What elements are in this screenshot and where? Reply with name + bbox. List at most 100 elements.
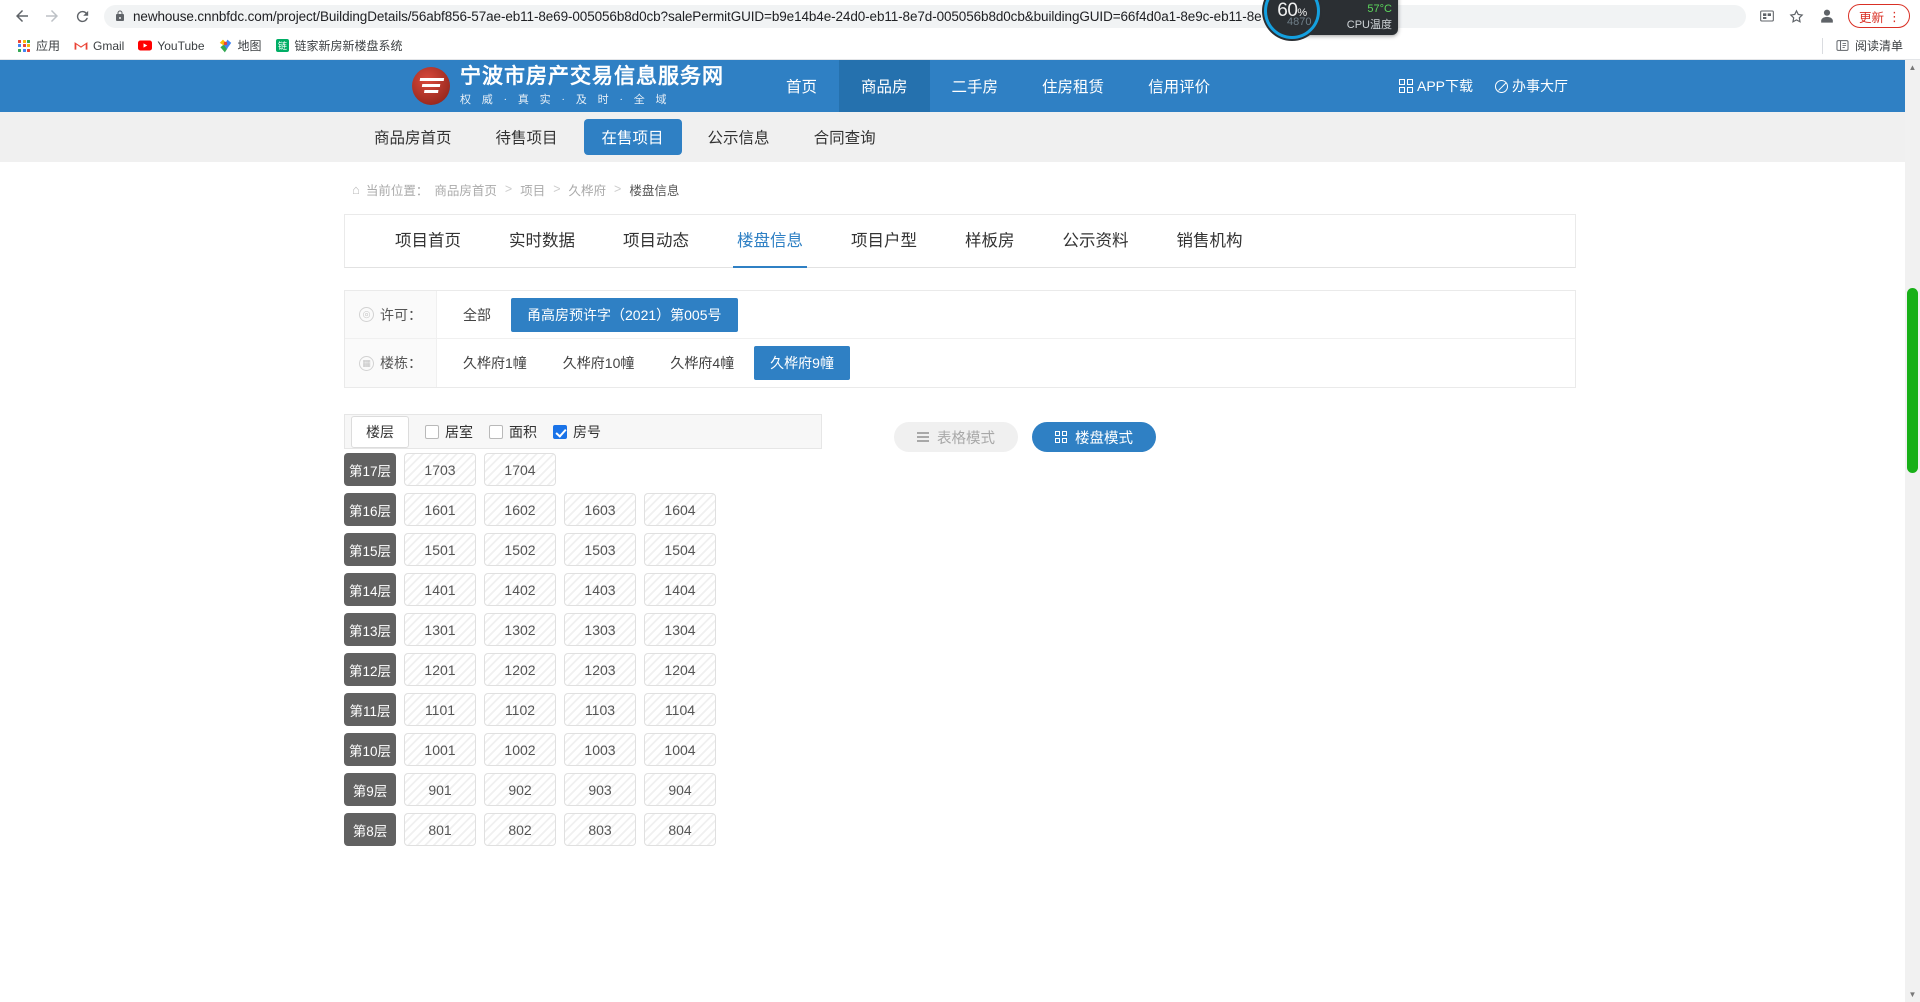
- update-button[interactable]: 更新 ⋮: [1847, 4, 1910, 28]
- nav-item-second-hand[interactable]: 二手房: [930, 60, 1021, 112]
- tab-project-news[interactable]: 项目动态: [599, 214, 713, 268]
- breadcrumb-item-commodity-home[interactable]: 商品房首页: [434, 180, 497, 199]
- room-cell[interactable]: 1604: [644, 493, 716, 526]
- filter-option-permit-005[interactable]: 甬高房预许字（2021）第005号: [511, 297, 738, 332]
- room-cell[interactable]: 803: [564, 813, 636, 846]
- reload-icon[interactable]: [68, 2, 96, 30]
- subnav-item-on-sale-projects[interactable]: 在售项目: [583, 119, 682, 155]
- room-cell[interactable]: 1004: [644, 733, 716, 766]
- bookmark-apps[interactable]: 应用: [10, 35, 67, 56]
- room-cell[interactable]: 1001: [404, 733, 476, 766]
- table-mode-button[interactable]: 表格模式: [894, 422, 1018, 452]
- bookmark-lianjia[interactable]: 链 链家新房新楼盘系统: [269, 35, 410, 56]
- room-cell[interactable]: 802: [484, 813, 556, 846]
- room-cell[interactable]: 904: [644, 773, 716, 806]
- room-cell[interactable]: 1201: [404, 653, 476, 686]
- tab-project-home[interactable]: 项目首页: [371, 214, 485, 268]
- toolbar-right-actions: 更新 ⋮: [1754, 3, 1912, 29]
- tab-public-documents[interactable]: 公示资料: [1039, 214, 1153, 268]
- room-cell[interactable]: 1104: [644, 693, 716, 726]
- breadcrumb-item-jiuhuafu[interactable]: 久桦府: [569, 180, 607, 199]
- filter-option-building-9[interactable]: 久桦府9幢: [754, 346, 850, 380]
- room-cell[interactable]: 1101: [404, 693, 476, 726]
- scrollbar-thumb[interactable]: [1907, 288, 1918, 473]
- room-cell[interactable]: 1401: [404, 573, 476, 606]
- room-cell[interactable]: 1403: [564, 573, 636, 606]
- filter-option-building-10[interactable]: 久桦府10幢: [547, 346, 651, 380]
- nav-item-home[interactable]: 首页: [764, 60, 839, 112]
- room-cell[interactable]: 1404: [644, 573, 716, 606]
- bookmark-maps[interactable]: 地图: [212, 35, 269, 56]
- room-cell[interactable]: 1203: [564, 653, 636, 686]
- floor-label: 第11层: [344, 693, 396, 726]
- room-cell[interactable]: 1003: [564, 733, 636, 766]
- address-bar[interactable]: newhouse.cnnbfdc.com/project/BuildingDet…: [104, 4, 1746, 28]
- scroll-down-arrow-icon[interactable]: ▼: [1905, 987, 1920, 1002]
- tab-sales-agency[interactable]: 销售机构: [1153, 214, 1267, 268]
- room-cell[interactable]: 1601: [404, 493, 476, 526]
- room-cell[interactable]: 1704: [484, 453, 556, 486]
- profile-avatar-icon[interactable]: [1814, 3, 1840, 29]
- room-cell[interactable]: 1002: [484, 733, 556, 766]
- star-icon[interactable]: [1784, 3, 1810, 29]
- room-cell[interactable]: 1501: [404, 533, 476, 566]
- room-cell[interactable]: 903: [564, 773, 636, 806]
- room-cell[interactable]: 1204: [644, 653, 716, 686]
- nav-item-credit-rating[interactable]: 信用评价: [1126, 60, 1232, 112]
- subnav-item-contract-query[interactable]: 合同查询: [796, 119, 894, 155]
- subnav-item-pending-projects[interactable]: 待售项目: [478, 119, 576, 155]
- filter-option-all[interactable]: 全部: [447, 298, 507, 332]
- bookmark-youtube[interactable]: YouTube: [131, 37, 211, 55]
- room-cell[interactable]: 1603: [564, 493, 636, 526]
- floor-column-button[interactable]: 楼层: [351, 415, 409, 448]
- building-mode-button[interactable]: 楼盘模式: [1032, 422, 1156, 452]
- service-hall-link[interactable]: 办事大厅: [1495, 76, 1568, 96]
- room-cell[interactable]: 1502: [484, 533, 556, 566]
- reading-list-button[interactable]: 阅读清单: [1829, 35, 1910, 56]
- checkbox-area[interactable]: 面积: [489, 422, 537, 442]
- bookmark-label: YouTube: [157, 38, 205, 53]
- back-arrow-icon[interactable]: [8, 2, 36, 30]
- tab-unit-types[interactable]: 项目户型: [827, 214, 941, 268]
- checkbox-room-number[interactable]: 房号: [553, 422, 601, 442]
- scroll-up-arrow-icon[interactable]: ▲: [1905, 60, 1920, 75]
- bookmark-gmail[interactable]: Gmail: [67, 37, 131, 55]
- room-cell[interactable]: 1504: [644, 533, 716, 566]
- nav-item-rental[interactable]: 住房租赁: [1020, 60, 1126, 112]
- page-scrollbar[interactable]: ▲ ▼: [1905, 60, 1920, 1002]
- room-cell[interactable]: 1503: [564, 533, 636, 566]
- room-cell[interactable]: 902: [484, 773, 556, 806]
- room-cell[interactable]: 804: [644, 813, 716, 846]
- room-cell[interactable]: 1102: [484, 693, 556, 726]
- room-cell[interactable]: 1703: [404, 453, 476, 486]
- checkbox-box: [425, 424, 439, 439]
- tab-show-flat[interactable]: 样板房: [941, 214, 1039, 268]
- room-cell[interactable]: 1202: [484, 653, 556, 686]
- cast-icon[interactable]: [1754, 3, 1780, 29]
- room-cell[interactable]: 901: [404, 773, 476, 806]
- room-cell[interactable]: 1103: [564, 693, 636, 726]
- nav-item-commodity-housing[interactable]: 商品房: [839, 60, 930, 112]
- building-layout-area: 楼层 居室 面积 房号 第17层 1703 1704 第16层 1601 160…: [344, 414, 1576, 853]
- room-cell[interactable]: 1302: [484, 613, 556, 646]
- subnav-item-public-info[interactable]: 公示信息: [690, 119, 788, 155]
- checkbox-rooms[interactable]: 居室: [425, 422, 473, 442]
- reading-list-label: 阅读清单: [1854, 39, 1903, 53]
- three-dots-icon[interactable]: ⋮: [1888, 10, 1901, 23]
- tab-building-info[interactable]: 楼盘信息: [713, 214, 827, 268]
- room-cell[interactable]: 1304: [644, 613, 716, 646]
- room-cell[interactable]: 1301: [404, 613, 476, 646]
- filter-option-building-1[interactable]: 久桦府1幢: [447, 346, 543, 380]
- room-cell[interactable]: 1303: [564, 613, 636, 646]
- subnav-item-commodity-home[interactable]: 商品房首页: [356, 119, 470, 155]
- room-cell[interactable]: 1402: [484, 573, 556, 606]
- filter-option-building-4[interactable]: 久桦府4幢: [654, 346, 750, 380]
- site-brand[interactable]: 宁波市房产交易信息服务网 权 威 · 真 实 · 及 时 · 全 域: [412, 65, 724, 106]
- app-download-link[interactable]: APP下载: [1398, 76, 1473, 96]
- tab-realtime-data[interactable]: 实时数据: [485, 214, 599, 268]
- forward-arrow-icon[interactable]: [38, 2, 66, 30]
- room-cell[interactable]: 1602: [484, 493, 556, 526]
- room-cell[interactable]: 801: [404, 813, 476, 846]
- breadcrumb-item-project[interactable]: 项目: [520, 180, 545, 199]
- bookmark-label: 应用: [36, 39, 61, 53]
